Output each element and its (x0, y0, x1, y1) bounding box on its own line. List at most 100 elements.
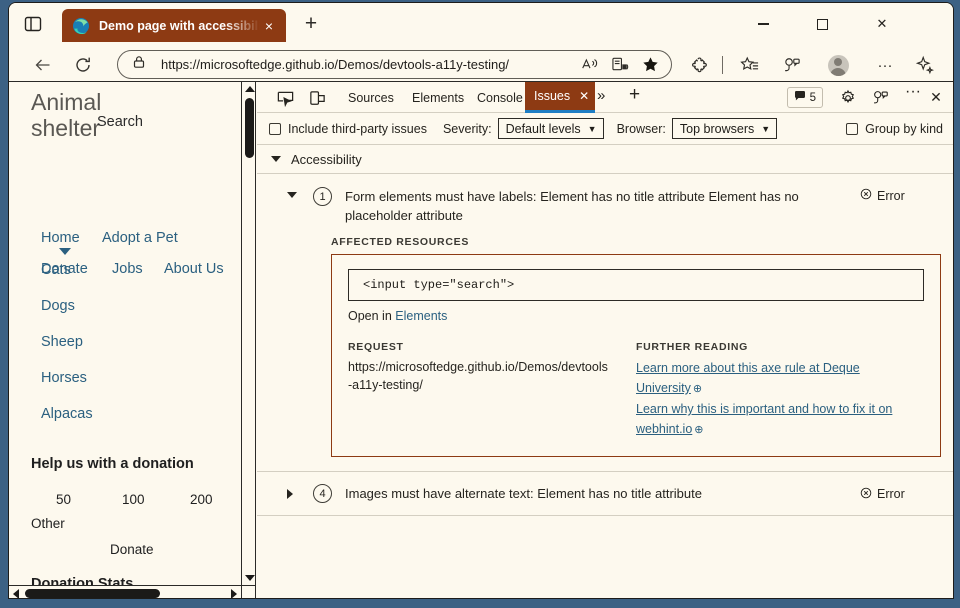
affected-element-code[interactable]: <input type="search"> (348, 269, 924, 301)
customize-devtools-icon[interactable] (868, 86, 892, 110)
scroll-up-arrow-icon[interactable] (245, 86, 255, 92)
devtools-tab-issues[interactable]: Issues ✕ (525, 82, 595, 113)
copilot-icon[interactable] (911, 51, 939, 79)
donation-amount-50[interactable]: 50 (56, 492, 71, 507)
browser-filter: Browser: Top browsers ▼ (617, 118, 778, 139)
site-header: Animal shelter Search (9, 82, 241, 142)
issue-detail: AFFECTED RESOURCES <input type="search">… (257, 236, 954, 471)
issue-category-accessibility[interactable]: Accessibility (257, 145, 954, 174)
checkbox-box[interactable] (269, 123, 281, 135)
severity-value: Default levels (506, 122, 581, 136)
add-panel-button[interactable]: + (629, 84, 640, 106)
open-in-elements-link[interactable]: Elements (395, 309, 447, 323)
window-maximize-button[interactable] (801, 9, 843, 39)
star-filled-icon[interactable] (635, 53, 665, 77)
settings-and-more-button[interactable]: ··· (871, 51, 899, 79)
nav-link-jobs[interactable]: Jobs (112, 261, 143, 277)
donate-button[interactable]: Donate (110, 542, 154, 557)
expand-triangle-down-icon[interactable] (271, 156, 281, 162)
browser-tab-active[interactable]: Demo page with accessibility issues × (62, 9, 286, 42)
issue-header[interactable]: 4 Images must have alternate text: Eleme… (257, 472, 954, 515)
page-vertical-scrollbar[interactable] (241, 82, 256, 585)
nav-link-home[interactable]: Home (41, 230, 80, 246)
browser-essentials-icon[interactable] (778, 51, 806, 79)
browser-label: Browser: (617, 122, 666, 136)
affected-resources-box: <input type="search"> Open in Elements R… (331, 254, 941, 457)
device-emulation-icon[interactable] (305, 86, 329, 110)
scrollbar-corner (241, 585, 256, 599)
more-tabs-chevron-icon[interactable]: » (597, 87, 605, 104)
animal-link-cats[interactable]: Cats (41, 262, 71, 278)
further-reading-link[interactable]: Learn why this is important and how to f… (636, 399, 924, 440)
group-by-kind-label: Group by kind (865, 122, 943, 136)
devtools-close-button[interactable]: ✕ (925, 86, 947, 108)
horizontal-scrollbar-thumb[interactable] (25, 589, 160, 598)
back-button[interactable] (29, 51, 57, 79)
issue-header[interactable]: 1 Form elements must have labels: Elemen… (257, 174, 954, 236)
read-aloud-icon[interactable] (575, 53, 605, 77)
new-tab-button[interactable]: + (299, 13, 323, 37)
animal-link-dogs[interactable]: Dogs (41, 298, 75, 314)
devtools-tab-console[interactable]: Console (468, 82, 532, 113)
donation-amount-other[interactable]: Other (31, 516, 65, 531)
donation-amount-200[interactable]: 200 (190, 492, 213, 507)
gear-icon[interactable] (836, 86, 860, 110)
window-minimize-button[interactable] (742, 9, 784, 39)
vertical-scrollbar-thumb[interactable] (245, 98, 254, 158)
further-reading-column: FURTHER READING Learn more about this ax… (636, 341, 924, 440)
tab-close-icon[interactable]: × (260, 17, 278, 35)
group-by-kind-checkbox[interactable]: Group by kind (846, 122, 943, 136)
page-horizontal-scrollbar[interactable] (9, 585, 241, 599)
issue-item: 1 Form elements must have labels: Elemen… (257, 174, 954, 472)
issue-category-label: Accessibility (291, 152, 362, 167)
nav-link-adopt-a-pet[interactable]: Adopt a Pet (102, 230, 178, 246)
address-bar-row: https://microsoftedge.github.io/Demos/de… (9, 47, 953, 82)
animal-link-horses[interactable]: Horses (41, 370, 87, 386)
devtools-tabbar: Sources Elements Console Issues ✕ » + 5 (257, 82, 954, 113)
issue-occurrence-count: 4 (313, 484, 332, 503)
animal-link-sheep[interactable]: Sheep (41, 334, 83, 350)
further-reading-link[interactable]: Learn more about this axe rule at Deque … (636, 358, 924, 399)
open-in-prefix: Open in (348, 309, 395, 323)
external-link-icon: ⊕ (694, 424, 703, 436)
include-third-party-issues-label: Include third-party issues (288, 122, 427, 136)
inspect-element-icon[interactable] (273, 86, 297, 110)
checkbox-box[interactable] (846, 123, 858, 135)
extensions-icon[interactable] (686, 51, 714, 79)
donation-heading: Help us with a donation (31, 456, 194, 472)
expand-triangle-down-icon[interactable] (287, 192, 297, 198)
devtools-tab-elements[interactable]: Elements (403, 82, 473, 113)
devtools-more-options-button[interactable]: ··· (905, 83, 921, 101)
reload-button[interactable] (69, 51, 97, 79)
animal-link-alpacas[interactable]: Alpacas (41, 406, 93, 422)
profile-avatar[interactable] (824, 51, 852, 79)
address-bar[interactable]: https://microsoftedge.github.io/Demos/de… (117, 50, 672, 79)
page-content: Animal shelter Search Home Adopt a Pet D… (9, 82, 241, 585)
site-nav: Home Adopt a Pet Donate Jobs About Us (9, 142, 241, 204)
issue-detail-columns: REQUEST https://microsoftedge.github.io/… (348, 341, 924, 440)
expand-triangle-right-icon[interactable] (287, 489, 297, 499)
devtools-tab-sources[interactable]: Sources (339, 82, 403, 113)
tab-search-icon[interactable] (23, 14, 45, 36)
window-close-button[interactable]: ✕ (861, 9, 903, 39)
browser-dropdown[interactable]: Top browsers ▼ (672, 118, 777, 139)
lock-icon (131, 54, 151, 75)
nav-active-caret-icon (59, 248, 71, 255)
request-url: https://microsoftedge.github.io/Demos/de… (348, 358, 612, 394)
donation-amount-100[interactable]: 100 (122, 492, 145, 507)
nav-link-about-us[interactable]: About Us (164, 261, 224, 277)
scroll-right-arrow-icon[interactable] (231, 589, 237, 599)
devtools-tab-issues-close-icon[interactable]: ✕ (579, 89, 589, 103)
scroll-left-arrow-icon[interactable] (13, 589, 19, 599)
collections-icon[interactable] (736, 51, 764, 79)
donation-stats-heading: Donation Stats (31, 576, 133, 585)
immersive-reader-icon[interactable] (605, 53, 635, 77)
severity-dropdown[interactable]: Default levels ▼ (498, 118, 604, 139)
issues-count-badge[interactable]: 5 (787, 87, 823, 108)
further-reading-link-text: Learn why this is important and how to f… (636, 402, 892, 436)
open-in-elements-row: Open in Elements (348, 309, 924, 323)
scroll-down-arrow-icon[interactable] (245, 575, 255, 581)
status-badge: Error (860, 487, 905, 502)
include-third-party-issues-checkbox[interactable]: Include third-party issues (269, 122, 427, 136)
request-label: REQUEST (348, 341, 612, 353)
